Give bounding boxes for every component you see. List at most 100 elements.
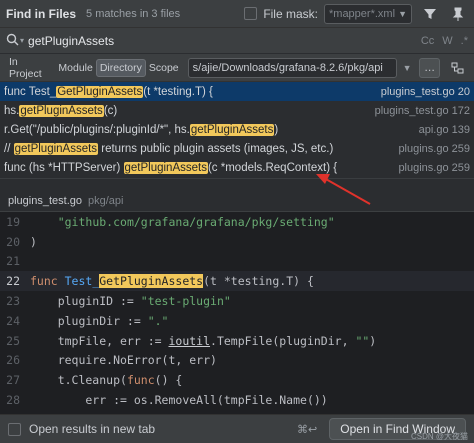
browse-button[interactable]: … — [418, 57, 441, 78]
whole-words-toggle[interactable]: W — [442, 35, 452, 47]
line-number: 21 — [6, 254, 20, 269]
result-before: func (hs *HTTPServer) — [4, 161, 124, 174]
code-token: () { — [154, 373, 183, 388]
result-file-location: api.go 139 — [418, 123, 470, 136]
code-line: 19 "github.com/grafana/grafana/pkg/setti… — [0, 212, 474, 232]
code-token: t.Cleanup( — [30, 373, 127, 388]
code-token: pluginID := — [30, 294, 141, 309]
dialog-title: Find in Files — [6, 6, 77, 21]
tab-scope[interactable]: Scope — [146, 60, 182, 76]
search-icon[interactable] — [6, 33, 19, 49]
splitter[interactable] — [0, 178, 474, 190]
result-text: // getPluginAssets returns public plugin… — [4, 142, 392, 155]
code-line: 27 t.Cleanup(func() { — [0, 370, 474, 390]
match-highlight: getPluginAssets — [19, 104, 104, 117]
pin-icon[interactable] — [448, 4, 468, 24]
code-token: ) — [30, 234, 37, 249]
filter-icon[interactable] — [420, 4, 440, 24]
result-row[interactable]: func Test_GetPluginAssets(t *testing.T) … — [0, 82, 474, 101]
code-token: tmpFile, err := — [30, 333, 169, 348]
result-before: func Test_ — [4, 85, 57, 98]
code-token: GetPluginAssets — [99, 274, 204, 289]
code-line: 20) — [0, 232, 474, 252]
line-number: 25 — [6, 333, 20, 348]
result-text: hs.getPluginAssets(c) — [4, 104, 369, 117]
result-file-location: plugins_test.go 172 — [374, 104, 470, 117]
scope-row: In Project Module Directory Scope s/ajie… — [0, 54, 474, 82]
code-token: func — [126, 373, 155, 388]
watermark: CSDN @大夜猫 — [410, 432, 468, 441]
chevron-down-icon[interactable]: ▼ — [399, 58, 415, 78]
line-number: 20 — [6, 234, 20, 249]
regex-toggle[interactable]: .* — [461, 35, 468, 47]
match-case-toggle[interactable]: Cc — [421, 35, 434, 47]
tab-in-project[interactable]: In Project — [6, 54, 55, 82]
find-in-files-header: Find in Files 5 matches in 3 files File … — [0, 0, 474, 28]
line-number: 28 — [6, 393, 20, 408]
search-input[interactable]: getPluginAssets — [28, 34, 114, 48]
chevron-down-icon[interactable]: ▼ — [398, 9, 407, 19]
result-text: func (hs *HTTPServer) getPluginAssets(c … — [4, 161, 392, 174]
result-after: (t *testing.T) { — [143, 85, 213, 98]
code-line: 21 — [0, 252, 474, 272]
code-token: err := os.RemoveAll(tmpFile.Name()) — [30, 393, 328, 408]
code-line: 23 pluginID := "test-plugin" — [0, 291, 474, 311]
code-token: (t *testing.T) { — [203, 274, 314, 289]
line-number: 27 — [6, 373, 20, 388]
code-token: "test-plugin" — [140, 294, 231, 309]
search-row: ▾ getPluginAssets Cc W .* — [0, 28, 474, 54]
open-new-tab-label: Open results in new tab — [29, 422, 156, 436]
result-after: ) — [274, 123, 279, 136]
result-file-location: plugins.go 259 — [398, 142, 470, 155]
result-row[interactable]: r.Get("/public/plugins/:pluginId/*", hs.… — [0, 120, 474, 139]
file-mask-label: File mask: — [263, 6, 318, 21]
code-line: 24 pluginDir := "." — [0, 311, 474, 331]
code-token: pluginDir := — [30, 313, 148, 328]
recursive-icon[interactable] — [448, 58, 468, 78]
match-highlight: getPluginAssets — [189, 123, 275, 136]
code-token: "" — [355, 333, 370, 348]
result-before: // — [4, 142, 14, 155]
result-row[interactable]: func (hs *HTTPServer) getPluginAssets(c … — [0, 158, 474, 177]
code-line: 26 require.NoError(t, err) — [0, 351, 474, 371]
result-row[interactable]: hs.getPluginAssets(c) plugins_test.go 172 — [0, 101, 474, 120]
tab-module[interactable]: Module — [55, 60, 95, 76]
code-token: "." — [147, 313, 169, 328]
result-after: (c) — [103, 104, 118, 117]
preview-header: plugins_test.go pkg/api — [0, 190, 474, 212]
footer-bar: Open results in new tab ⌘↩ Open in Find … — [0, 414, 474, 443]
match-count: 5 matches in 3 files — [86, 7, 181, 20]
tab-directory[interactable]: Directory — [95, 58, 146, 77]
result-row[interactable]: // getPluginAssets returns public plugin… — [0, 139, 474, 158]
search-history-icon[interactable]: ▾ — [20, 36, 24, 45]
result-after: (c *models.ReqContext) { — [207, 161, 338, 174]
file-mask-checkbox[interactable] — [244, 7, 258, 20]
match-highlight: getPluginAssets — [13, 142, 99, 155]
code-token: Test_ — [64, 274, 100, 289]
match-highlight: GetPluginAssets — [56, 85, 144, 98]
shortcut-hint: ⌘↩ — [297, 423, 318, 436]
preview-file-name: plugins_test.go — [8, 194, 82, 207]
code-line: 28 err := os.RemoveAll(tmpFile.Name()) — [0, 390, 474, 410]
code-preview[interactable]: 19 "github.com/grafana/grafana/pkg/setti… — [0, 212, 474, 414]
preview-file-dir: pkg/api — [88, 194, 124, 207]
line-number: 24 — [6, 313, 20, 328]
open-new-tab-checkbox[interactable] — [8, 422, 21, 436]
result-text: func Test_GetPluginAssets(t *testing.T) … — [4, 85, 375, 98]
result-file-location: plugins.go 259 — [398, 161, 470, 174]
code-token: require.NoError(t, err) — [30, 353, 217, 368]
code-token: ioutil — [168, 333, 211, 348]
line-number: 23 — [6, 294, 20, 309]
result-before: hs. — [4, 104, 20, 117]
directory-input[interactable]: s/ajie/Downloads/grafana-8.2.6/pkg/api — [187, 57, 398, 78]
code-line: 25 tmpFile, err := ioutil .TempFile(plugi… — [0, 331, 474, 351]
results-list: func Test_GetPluginAssets(t *testing.T) … — [0, 82, 474, 178]
line-number: 19 — [6, 214, 20, 229]
result-file-location: plugins_test.go 20 — [380, 85, 470, 98]
file-mask-value: *mapper*.xml — [329, 7, 396, 20]
line-number: 26 — [6, 353, 20, 368]
result-text: r.Get("/public/plugins/:pluginId/*", hs.… — [4, 123, 413, 136]
file-mask-input[interactable]: *mapper*.xml ▼ — [324, 3, 412, 24]
code-token: func — [30, 274, 65, 289]
